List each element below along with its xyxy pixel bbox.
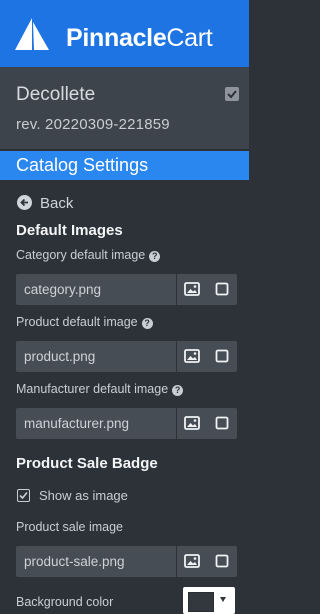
- square-icon[interactable]: [215, 416, 229, 430]
- background-color-picker[interactable]: [183, 587, 235, 614]
- manufacturer-image-label: Manufacturer default image?: [16, 382, 184, 396]
- color-swatch: [188, 592, 214, 612]
- help-icon[interactable]: ?: [149, 251, 161, 262]
- square-icon[interactable]: [215, 349, 229, 363]
- chevron-down-icon: [220, 597, 226, 602]
- category-image-label-text: Category default image: [16, 248, 146, 262]
- field-divider: [176, 341, 177, 372]
- app-header: PinnacleCart: [0, 0, 249, 67]
- theme-revision: rev. 20220309-221859: [16, 116, 170, 133]
- theme-active-checkbox[interactable]: [225, 87, 239, 101]
- sale-badge-heading: Product Sale Badge: [16, 455, 158, 472]
- background-color-label: Background color: [16, 595, 114, 609]
- image-icon[interactable]: [184, 349, 200, 363]
- manufacturer-image-label-text: Manufacturer default image: [16, 382, 169, 396]
- logo-icon: [15, 18, 49, 50]
- checkmark-icon: [19, 491, 28, 500]
- section-title: Catalog Settings: [16, 155, 149, 175]
- product-image-label: Product default image?: [16, 315, 153, 329]
- sale-image-value: product-sale.png: [24, 554, 125, 569]
- product-image-value: product.png: [24, 349, 96, 364]
- checkbox-box[interactable]: [17, 489, 30, 502]
- brand-logo-text: PinnacleCart: [66, 23, 213, 53]
- square-icon[interactable]: [215, 282, 229, 296]
- product-image-field[interactable]: product.png: [16, 341, 237, 372]
- theme-panel: [0, 67, 249, 150]
- category-image-label: Category default image?: [16, 248, 161, 262]
- product-image-label-text: Product default image: [16, 315, 138, 329]
- show-as-image-label: Show as image: [39, 488, 128, 503]
- image-icon[interactable]: [184, 554, 200, 568]
- category-image-value: category.png: [24, 282, 102, 297]
- image-icon[interactable]: [184, 416, 200, 430]
- section-header: Catalog Settings: [0, 151, 249, 180]
- sale-image-label: Product sale image: [16, 520, 124, 534]
- brand-name-bold: Pinnacle: [66, 24, 167, 52]
- manufacturer-image-field[interactable]: manufacturer.png: [16, 408, 237, 439]
- help-icon[interactable]: ?: [172, 385, 184, 396]
- sale-image-field[interactable]: product-sale.png: [16, 546, 237, 577]
- category-image-field[interactable]: category.png: [16, 274, 237, 305]
- back-label: Back: [40, 195, 74, 212]
- checkmark-icon: [227, 90, 237, 99]
- help-icon[interactable]: ?: [141, 318, 153, 329]
- field-divider: [176, 408, 177, 439]
- brand-name-light: Cart: [166, 24, 213, 52]
- arrow-left-circle-icon: [17, 195, 32, 210]
- field-divider: [176, 546, 177, 577]
- default-images-heading: Default Images: [16, 222, 123, 239]
- square-icon[interactable]: [215, 554, 229, 568]
- manufacturer-image-value: manufacturer.png: [24, 416, 130, 431]
- theme-name: Decollete: [16, 84, 96, 105]
- image-icon[interactable]: [184, 282, 200, 296]
- field-divider: [176, 274, 177, 305]
